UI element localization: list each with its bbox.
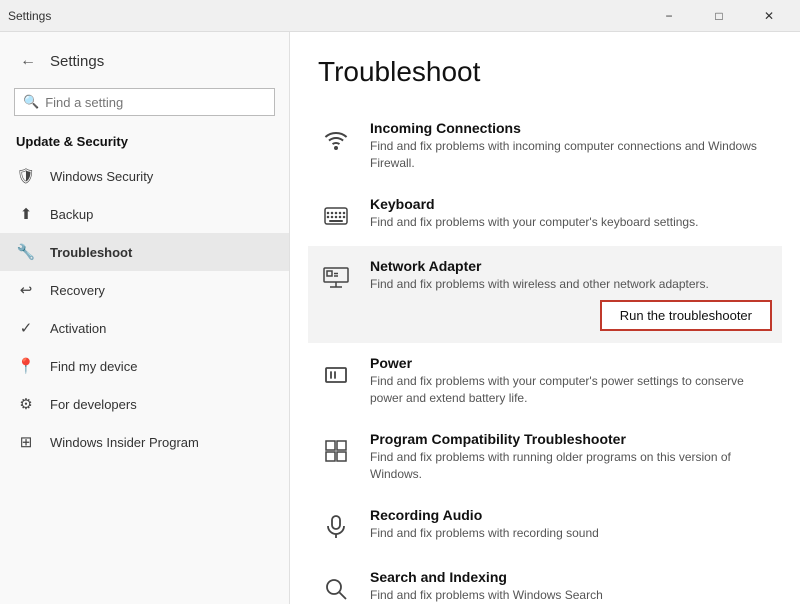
sidebar-item-troubleshoot[interactable]: 🔧 Troubleshoot bbox=[0, 233, 289, 271]
back-icon: ← bbox=[20, 52, 36, 70]
location-icon: 📍 bbox=[16, 356, 36, 376]
power-icon bbox=[318, 357, 354, 393]
troubleshoot-list: Incoming Connections Find and fix problem… bbox=[318, 108, 772, 604]
recovery-icon: ↩ bbox=[16, 280, 36, 300]
item-content-program-compatibility: Program Compatibility Troubleshooter Find… bbox=[370, 431, 772, 483]
sidebar-item-label-find-my-device: Find my device bbox=[50, 359, 137, 374]
item-desc-program-compatibility: Find and fix problems with running older… bbox=[370, 449, 772, 483]
item-content-incoming-connections: Incoming Connections Find and fix problem… bbox=[370, 120, 772, 172]
item-name-program-compatibility: Program Compatibility Troubleshooter bbox=[370, 431, 772, 447]
back-button[interactable]: ← bbox=[16, 48, 40, 74]
search-input[interactable] bbox=[45, 95, 266, 110]
sidebar-item-label-backup: Backup bbox=[50, 207, 93, 222]
item-content-search-indexing: Search and Indexing Find and fix problems… bbox=[370, 569, 772, 604]
troubleshoot-item-network-adapter: Network Adapter Find and fix problems wit… bbox=[308, 246, 782, 344]
sidebar-item-backup[interactable]: ⬆ Backup bbox=[0, 195, 289, 233]
wifi-icon bbox=[318, 122, 354, 158]
sidebar-item-label-activation: Activation bbox=[50, 321, 106, 336]
item-content-power: Power Find and fix problems with your com… bbox=[370, 355, 772, 407]
upload-icon: ⬆ bbox=[16, 204, 36, 224]
sidebar-item-for-developers[interactable]: ⚙ For developers bbox=[0, 385, 289, 423]
item-content-recording-audio: Recording Audio Find and fix problems wit… bbox=[370, 507, 772, 542]
sidebar-item-label-windows-security: Windows Security bbox=[50, 169, 153, 184]
sidebar: ← Settings 🔍 Update & Security 🛡 Windows … bbox=[0, 32, 290, 604]
item-desc-search-indexing: Find and fix problems with Windows Searc… bbox=[370, 587, 772, 604]
sidebar-item-windows-insider[interactable]: ⊞ Windows Insider Program bbox=[0, 423, 289, 461]
keyboard-icon bbox=[318, 198, 354, 234]
main-panel: Troubleshoot Incoming Connections Find an… bbox=[290, 32, 800, 604]
minimize-button[interactable]: − bbox=[646, 0, 692, 32]
item-name-network-adapter: Network Adapter bbox=[370, 258, 772, 274]
item-content-network-adapter: Network Adapter Find and fix problems wit… bbox=[370, 258, 772, 332]
sidebar-item-activation[interactable]: ✓ Activation bbox=[0, 309, 289, 347]
sidebar-item-label-for-developers: For developers bbox=[50, 397, 137, 412]
item-content-keyboard: Keyboard Find and fix problems with your … bbox=[370, 196, 772, 231]
troubleshoot-item-incoming-connections: Incoming Connections Find and fix problem… bbox=[318, 108, 772, 184]
item-desc-network-adapter: Find and fix problems with wireless and … bbox=[370, 276, 772, 293]
sidebar-items-container: 🛡 Windows Security ⬆ Backup 🔧 Troubleshoot ↩ Re… bbox=[0, 157, 289, 461]
shield-icon: 🛡 bbox=[16, 166, 36, 186]
wrench-icon: 🔧 bbox=[16, 242, 36, 262]
item-desc-power: Find and fix problems with your computer… bbox=[370, 373, 772, 407]
sidebar-item-windows-security[interactable]: 🛡 Windows Security bbox=[0, 157, 289, 195]
sidebar-top: ← Settings bbox=[0, 32, 289, 82]
compatibility-icon bbox=[318, 433, 354, 469]
titlebar: Settings − □ ✕ bbox=[0, 0, 800, 32]
troubleshoot-item-power: Power Find and fix problems with your com… bbox=[318, 343, 772, 419]
search-icon bbox=[318, 571, 354, 604]
item-desc-keyboard: Find and fix problems with your computer… bbox=[370, 214, 772, 231]
run-troubleshooter-button[interactable]: Run the troubleshooter bbox=[600, 300, 772, 331]
item-desc-recording-audio: Find and fix problems with recording sou… bbox=[370, 525, 772, 542]
item-name-incoming-connections: Incoming Connections bbox=[370, 120, 772, 136]
troubleshoot-item-program-compatibility: Program Compatibility Troubleshooter Find… bbox=[318, 419, 772, 495]
titlebar-controls: − □ ✕ bbox=[646, 0, 792, 32]
item-name-power: Power bbox=[370, 355, 772, 371]
developers-icon: ⚙ bbox=[16, 394, 36, 414]
sidebar-item-label-troubleshoot: Troubleshoot bbox=[50, 245, 132, 260]
item-name-search-indexing: Search and Indexing bbox=[370, 569, 772, 585]
sidebar-item-label-recovery: Recovery bbox=[50, 283, 105, 298]
sidebar-app-title: Settings bbox=[50, 53, 104, 70]
search-icon: 🔍 bbox=[23, 94, 39, 110]
network-icon bbox=[318, 260, 354, 296]
check-circle-icon: ✓ bbox=[16, 318, 36, 338]
run-btn-container: Run the troubleshooter bbox=[370, 300, 772, 331]
search-box: 🔍 bbox=[14, 88, 275, 116]
item-desc-incoming-connections: Find and fix problems with incoming comp… bbox=[370, 138, 772, 172]
app-body: ← Settings 🔍 Update & Security 🛡 Windows … bbox=[0, 32, 800, 604]
troubleshoot-item-search-indexing: Search and Indexing Find and fix problems… bbox=[318, 557, 772, 604]
troubleshoot-item-keyboard: Keyboard Find and fix problems with your … bbox=[318, 184, 772, 246]
page-title: Troubleshoot bbox=[318, 56, 772, 88]
troubleshoot-item-recording-audio: Recording Audio Find and fix problems wit… bbox=[318, 495, 772, 557]
item-name-keyboard: Keyboard bbox=[370, 196, 772, 212]
sidebar-item-recovery[interactable]: ↩ Recovery bbox=[0, 271, 289, 309]
sidebar-item-find-my-device[interactable]: 📍 Find my device bbox=[0, 347, 289, 385]
item-name-recording-audio: Recording Audio bbox=[370, 507, 772, 523]
windows-icon: ⊞ bbox=[16, 432, 36, 452]
sidebar-item-label-windows-insider: Windows Insider Program bbox=[50, 435, 199, 450]
titlebar-left: Settings bbox=[8, 9, 51, 23]
titlebar-title: Settings bbox=[8, 9, 51, 23]
maximize-button[interactable]: □ bbox=[696, 0, 742, 32]
close-button[interactable]: ✕ bbox=[746, 0, 792, 32]
audio-icon bbox=[318, 509, 354, 545]
section-header: Update & Security bbox=[0, 128, 289, 157]
